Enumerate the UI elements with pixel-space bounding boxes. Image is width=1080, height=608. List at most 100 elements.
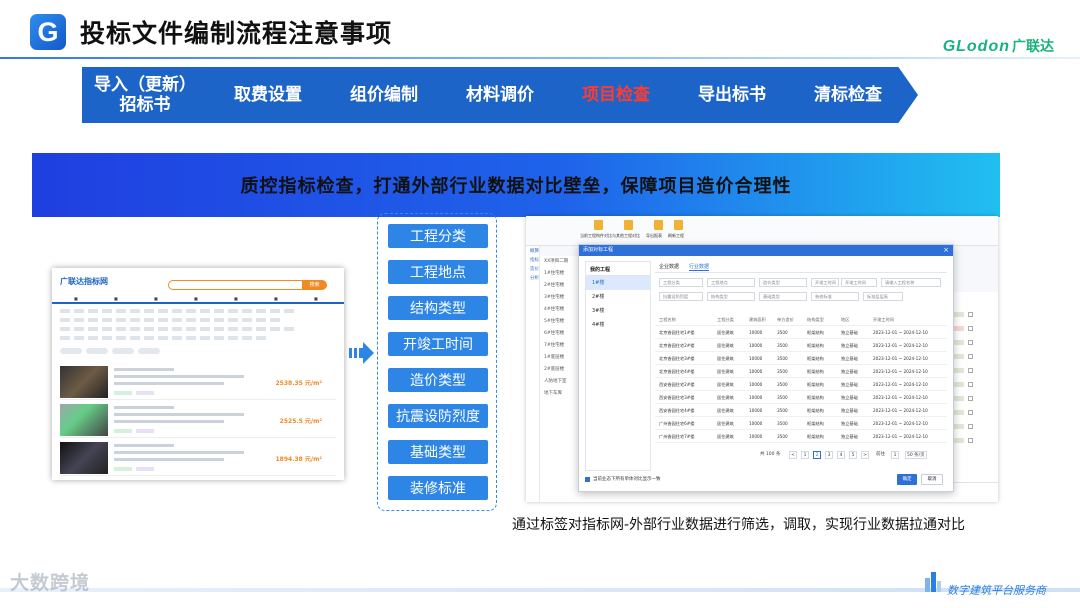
watermark: 大数跨境 (10, 572, 91, 594)
site-logo: 广联达指标网 (60, 277, 108, 286)
toolbar-label: 与其他工程对比 (612, 233, 640, 238)
filter-structure[interactable]: 结构类型 (707, 292, 755, 301)
tag-project-location[interactable]: 工程地点 (388, 260, 488, 284)
filter-seismic[interactable]: 抗震设防烈度 (659, 292, 703, 301)
table-row[interactable]: 广州香园住宅7#楼 居住建筑 10000 3500 框架结构 独立基础 2023-12-01… (655, 430, 947, 443)
page-title: 投标文件编制流程注意事项 (80, 19, 393, 48)
dialog-footer: 当前业态下所有单体对比显示一致 确定 取消 (585, 473, 947, 487)
export-icon[interactable] (654, 220, 663, 230)
step-bid-check[interactable]: 清标检查 (778, 67, 918, 123)
rail-label[interactable]: 分析 (530, 276, 539, 282)
table-row[interactable]: 北京香园住宅2#楼 居住建筑 10000 3500 框架结构 独立基础 2023-12-01… (655, 339, 947, 352)
filter-start-date[interactable]: 开竣工时间 (811, 278, 839, 287)
brand-logo-en: GLodon (942, 38, 1010, 55)
app-toolbar: 当前工程构件对比 与其他工程对比 导出报表 刷新工程 (526, 216, 998, 246)
page-button[interactable]: 5 (849, 451, 857, 459)
filter-project-category[interactable]: 工程分类 (659, 278, 703, 287)
app-left-rail: 概算 指标 造价 分析 (526, 246, 540, 502)
highlight-banner: 质控指标检查，打通外部行业数据对比壁垒，保障项目造价合理性 (32, 153, 1000, 217)
toolbar-label: 刷新工程 (668, 233, 684, 238)
header-divider (0, 57, 1080, 59)
filter-foundation[interactable]: 基础类型 (759, 292, 807, 301)
table-row[interactable]: 北京香园住宅4#楼 居住建筑 10000 3500 框架结构 独立基础 2023-12-01… (655, 365, 947, 378)
tag-structure-type[interactable]: 结构类型 (388, 296, 488, 320)
step-export-bid[interactable]: 导出标书 (662, 67, 802, 123)
project-card[interactable]: 2525.5 元/m² (60, 402, 336, 438)
table-row[interactable]: 西安香园住宅2#楼 居住建筑 10000 3500 框架结构 独立基础 2023-12-01… (655, 378, 947, 391)
rail-label[interactable]: 概算 (530, 249, 539, 255)
page-button[interactable]: 4 (837, 451, 845, 459)
tag-project-category[interactable]: 工程分类 (388, 224, 488, 248)
project-thumbnail (60, 404, 108, 436)
toolbar-label: 导出报表 (646, 233, 662, 238)
consistent-display-checkbox[interactable] (585, 477, 590, 482)
step-fee-settings[interactable]: 取费设置 (198, 67, 338, 123)
project-card[interactable]: 1894.38 元/m² (60, 440, 336, 476)
page-button[interactable]: 2 (813, 451, 821, 459)
refresh-icon[interactable] (674, 220, 683, 230)
process-steps: 导入（更新）招标书 取费设置 组价编制 材料调价 项目检查 导出标书 清标检查 (82, 67, 922, 123)
my-project-item[interactable]: 3#楼 (586, 304, 650, 318)
tag-foundation-type[interactable]: 基础类型 (388, 440, 488, 464)
goto-page-input[interactable]: 1 (891, 451, 899, 459)
tag-seismic-intensity[interactable]: 抗震设防烈度 (388, 404, 488, 428)
rail-label[interactable]: 造价 (530, 267, 539, 273)
right-arrow-icon (349, 342, 374, 364)
site-sort-tabs (60, 348, 160, 354)
project-unit-price: 1894.38 元/m² (275, 456, 323, 463)
filter-cost-type[interactable]: 造价类型 (759, 278, 807, 287)
step-pricing[interactable]: 组价编制 (314, 67, 454, 123)
prev-page-button[interactable]: < (789, 451, 797, 459)
close-icon[interactable]: × (943, 245, 949, 256)
filter-tags-panel: 工程分类 工程地点 结构类型 开竣工时间 造价类型 抗震设防烈度 基础类型 装修… (377, 213, 497, 511)
step-import[interactable]: 导入（更新）招标书 (82, 67, 222, 123)
table-row[interactable]: 西安香园住宅4#楼 居住建筑 10000 3500 框架结构 独立基础 2023-12-01… (655, 404, 947, 417)
project-name-search[interactable]: 请输入工程名称 (881, 278, 941, 287)
filter-end-date[interactable]: 开竣工时间 (841, 278, 877, 287)
table-row[interactable]: 北京香园住宅1#楼 居住建筑 10000 3500 框架结构 独立基础 2023-12-01… (655, 326, 947, 339)
step-project-check[interactable]: 项目检查 (546, 67, 686, 123)
add-benchmark-dialog: 添加对标工程 × 我的工程 1#楼 2#楼 3#楼 4#楼 企业数据 行业数据 … (578, 244, 954, 492)
site-nav: ■ ■ ■ ■ ■ ■ ■ (52, 296, 344, 304)
step-material-adjust[interactable]: 材料调价 (430, 67, 570, 123)
footer-brand: 数字建筑平台服务商 (947, 584, 1046, 597)
tab-industry-data[interactable]: 行业数据 (689, 263, 710, 271)
page-button[interactable]: 3 (825, 451, 833, 459)
my-project-item[interactable]: 1#楼 (586, 276, 650, 290)
table-row[interactable]: 北京香园住宅3#楼 居住建筑 10000 3500 框架结构 独立基础 2023-12-01… (655, 352, 947, 365)
compare-icon[interactable] (594, 220, 603, 230)
table-header: 工程名称 工程分类 建筑面积 单方造价 结构类型 地区 开竣工时间 (655, 313, 947, 326)
tag-cost-type[interactable]: 造价类型 (388, 368, 488, 392)
project-card[interactable]: 2538.35 元/m² (60, 364, 336, 400)
banner-text: 质控指标检查，打通外部行业数据对比壁垒，保障项目造价合理性 (240, 176, 792, 197)
toolbar-label: 当前工程构件对比 (580, 233, 612, 238)
tag-construction-period[interactable]: 开竣工时间 (388, 332, 488, 356)
my-project-item[interactable]: 4#楼 (586, 318, 650, 332)
my-projects-header: 我的工程 (586, 262, 650, 276)
indicator-website-screenshot: 广联达指标网 搜索 ■ ■ ■ ■ ■ ■ ■ 2538.35 元/m² 2525.5 元… (52, 268, 344, 480)
confirm-button[interactable]: 确定 (897, 474, 917, 485)
project-unit-price: 2525.5 元/m² (279, 418, 322, 425)
project-thumbnail (60, 442, 108, 474)
tab-enterprise-data[interactable]: 企业数据 (659, 263, 679, 270)
cancel-button[interactable]: 取消 (921, 474, 943, 485)
my-project-item[interactable]: 2#楼 (586, 290, 650, 304)
filter-decoration[interactable]: 装修标准 (811, 292, 859, 301)
page-button[interactable]: 1 (801, 451, 809, 459)
table-row[interactable]: 广州香园住宅6#楼 居住建筑 10000 3500 框架结构 独立基础 2023-12-01… (655, 417, 947, 430)
my-projects-panel: 我的工程 1#楼 2#楼 3#楼 4#楼 (585, 261, 651, 471)
pagination: 共 100 条 < 1 2 3 4 5 > 前往 1 50 条/页 (655, 449, 947, 461)
table-row[interactable]: 西安香园住宅3#楼 居住建筑 10000 3500 框架结构 独立基础 2023-12-01… (655, 391, 947, 404)
filter-location[interactable]: 工程地点 (707, 278, 755, 287)
page-size-select[interactable]: 50 条/页 (905, 451, 927, 459)
filter-floor-height[interactable]: 标准层层高 (863, 292, 903, 301)
footer-bar (0, 588, 1080, 592)
site-search-button[interactable]: 搜索 (302, 280, 327, 290)
tag-decoration-standard[interactable]: 装修标准 (388, 476, 488, 500)
compare-icon[interactable] (624, 220, 633, 230)
next-page-button[interactable]: > (861, 451, 869, 459)
data-source-tabs: 企业数据 行业数据 (655, 261, 947, 273)
building-icon (925, 572, 941, 592)
rail-label[interactable]: 指标 (530, 258, 539, 264)
project-unit-price: 2538.35 元/m² (275, 380, 323, 387)
